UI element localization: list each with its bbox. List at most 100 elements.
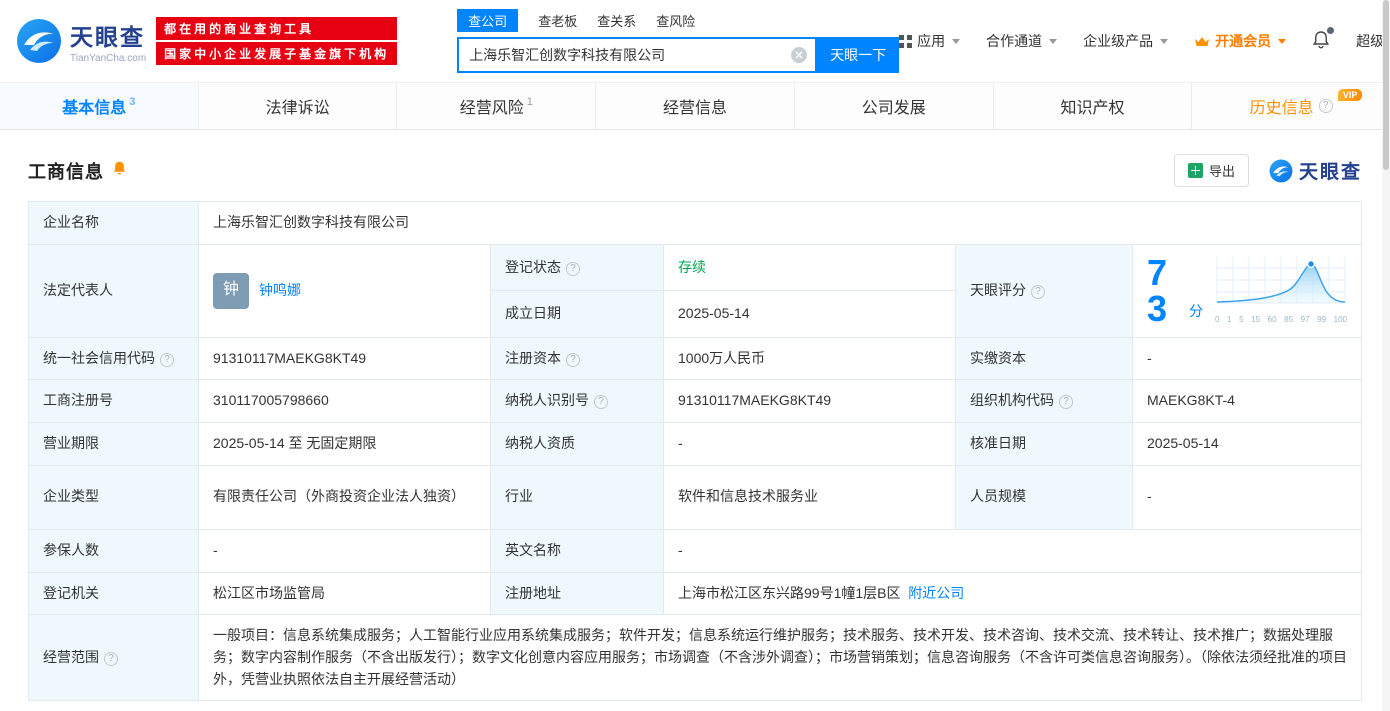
insured-count-value: - [198,528,491,573]
company-name-label: 企业名称 [28,201,199,245]
approval-date-value: 2025-05-14 [1132,422,1362,466]
taxpayer-quality-label: 纳税人资质 [490,422,664,466]
reg-number-label: 工商注册号 [28,379,199,424]
notification-badge [1327,27,1335,34]
tianyancha-company-page: 天眼查 TianYanCha.com 都在用的商业查询工具 国家中小企业发展子基… [0,0,1390,711]
search-button[interactable]: 天眼一下 [817,37,900,73]
paid-capital-value: - [1132,336,1362,381]
score-chart: 01 5 15 60 85 97 99 100 [1215,255,1347,327]
score-label: 天眼评分 [955,243,1133,338]
tab-operation-risk[interactable]: 经营风险 1 [397,83,597,129]
slogan-banner: 都在用的商业查询工具 国家中小企业发展子基金旗下机构 [156,15,398,67]
nearby-companies-link[interactable]: 附近公司 [908,585,964,601]
search-tab-relation[interactable]: 查关系 [597,11,636,30]
tab-company-development[interactable]: 公司发展 [795,83,994,129]
subscribe-bell-icon[interactable] [112,160,127,181]
table-row: 企业名称 上海乐智汇创数字科技有限公司 [28,201,1362,245]
export-button[interactable]: 导出 [1173,154,1249,187]
score-chart-axis: 01 5 15 60 85 97 99 100 [1215,315,1347,325]
logo-title: 天眼查 [70,24,145,50]
reg-number-value: 310117005798660 [198,379,491,424]
search-tab-boss[interactable]: 查老板 [538,11,577,30]
search-tabs: 查公司 查老板 查关系 查风险 [457,9,899,32]
legal-rep-link[interactable]: 钟鸣娜 [259,280,301,302]
business-scope-label: 经营范围 [28,614,199,702]
help-icon[interactable] [594,395,608,410]
credit-code-value: 91310117MAEKG8KT49 [198,336,491,381]
tab-operation-info[interactable]: 经营信息 [596,83,795,129]
tab-count: 1 [526,96,533,108]
tab-history-info[interactable]: 历史信息 VIP [1192,83,1390,129]
legal-rep-avatar[interactable]: 钟 [213,272,249,309]
address-value: 上海市松江区东兴路99号1幢1层B区 附近公司 [663,571,1362,616]
help-icon[interactable] [1059,395,1073,410]
english-name-label: 英文名称 [490,528,664,573]
help-icon [1318,99,1333,113]
paid-capital-label: 实缴资本 [955,336,1133,381]
table-row: 统一社会信用代码 91310117MAEKG8KT49 注册资本 1000万人民… [28,336,1362,381]
org-code-value: MAEKG8KT-4 [1132,379,1362,424]
company-type-label: 企业类型 [28,464,199,530]
score-marker-dot [1306,259,1316,268]
search-input-wrap [457,37,818,73]
tianyancha-logo[interactable]: 天眼查 TianYanCha.com [16,18,146,64]
industry-label: 行业 [490,464,664,530]
scrollbar[interactable] [1382,0,1390,711]
reg-authority-label: 登记机关 [28,571,199,616]
nav-apps-label: 应用 [917,33,946,49]
chevron-down-icon [952,38,961,44]
address-label: 注册地址 [490,571,664,616]
help-icon[interactable] [1031,284,1045,299]
score-cell: 73 分 0 1 5 15 60 85 97 99 100 [1132,243,1362,338]
business-info-section-head: 工商信息 导出 天眼查 [28,154,1362,187]
search-input[interactable] [459,47,816,63]
table-row: 工商注册号 310117005798660 纳税人识别号 91310117MAE… [28,379,1362,424]
help-icon[interactable] [566,261,580,276]
top-header: 天眼查 TianYanCha.com 都在用的商业查询工具 国家中小企业发展子基… [0,0,1390,82]
org-code-label: 组织机构代码 [955,379,1133,424]
table-row: 参保人数 - 英文名称 - [28,528,1362,573]
english-name-value: - [663,528,1362,573]
reg-authority-value: 松江区市场监管局 [198,571,491,616]
tianyancha-brand-icon [1269,159,1293,182]
help-icon[interactable] [104,651,118,666]
table-row: 法定代表人 钟 钟鸣娜 登记状态 存续 天眼评分 73 [28,243,1362,338]
legal-rep-label: 法定代表人 [28,243,199,338]
reg-capital-value: 1000万人民币 [663,336,956,381]
tab-intellectual-property[interactable]: 知识产权 [994,83,1193,129]
nav-item-open-vip[interactable]: 开通会员 [1194,31,1287,51]
help-icon[interactable] [160,352,174,367]
insured-count-label: 参保人数 [28,528,199,573]
crown-icon [1195,36,1210,46]
score-unit: 分 [1189,303,1203,320]
slogan-line-1: 都在用的商业查询工具 [156,17,398,40]
tab-count: 3 [129,96,136,108]
search-tab-risk[interactable]: 查风险 [656,11,695,30]
taxpayer-quality-value: - [663,422,956,466]
brand-name: 天眼查 [1298,162,1362,183]
chevron-down-icon [1160,38,1169,44]
notification-bell-icon[interactable] [1312,27,1335,52]
top-nav: 应用 合作通道 企业级产品 开通会员 超级 [899,27,1390,52]
excel-icon [1187,163,1203,178]
app-grid-icon [899,34,913,48]
help-icon[interactable] [566,352,580,367]
tab-basic-info[interactable]: 基本信息 3 [0,83,199,129]
establish-date-label: 成立日期 [490,290,664,338]
table-row: 营业期限 2025-05-14 至 无固定期限 纳税人资质 - 核准日期 202… [28,422,1362,466]
nav-item-apps[interactable]: 应用 [899,31,961,51]
staff-size-value: - [1132,464,1362,530]
search-tab-company[interactable]: 查公司 [457,9,519,32]
staff-size-label: 人员规模 [955,464,1133,530]
taxpayer-id-label: 纳税人识别号 [490,379,664,424]
search-block: 查公司 查老板 查关系 查风险 天眼一下 [457,9,900,73]
tianyancha-watermark: 天眼查 [1269,157,1362,184]
tab-legal-proceedings[interactable]: 法律诉讼 [199,83,398,129]
section-title: 工商信息 [28,161,104,182]
score-value: 73 [1147,251,1168,329]
nav-item-enterprise[interactable]: 企业级产品 [1083,31,1169,51]
scrollbar-thumb[interactable] [1383,0,1389,170]
nav-item-partner[interactable]: 合作通道 [986,31,1058,51]
table-row: 经营范围 一般项目：信息系统集成服务；人工智能行业应用系统集成服务；软件开发；信… [28,614,1362,702]
reg-status-label: 登记状态 [490,243,664,292]
